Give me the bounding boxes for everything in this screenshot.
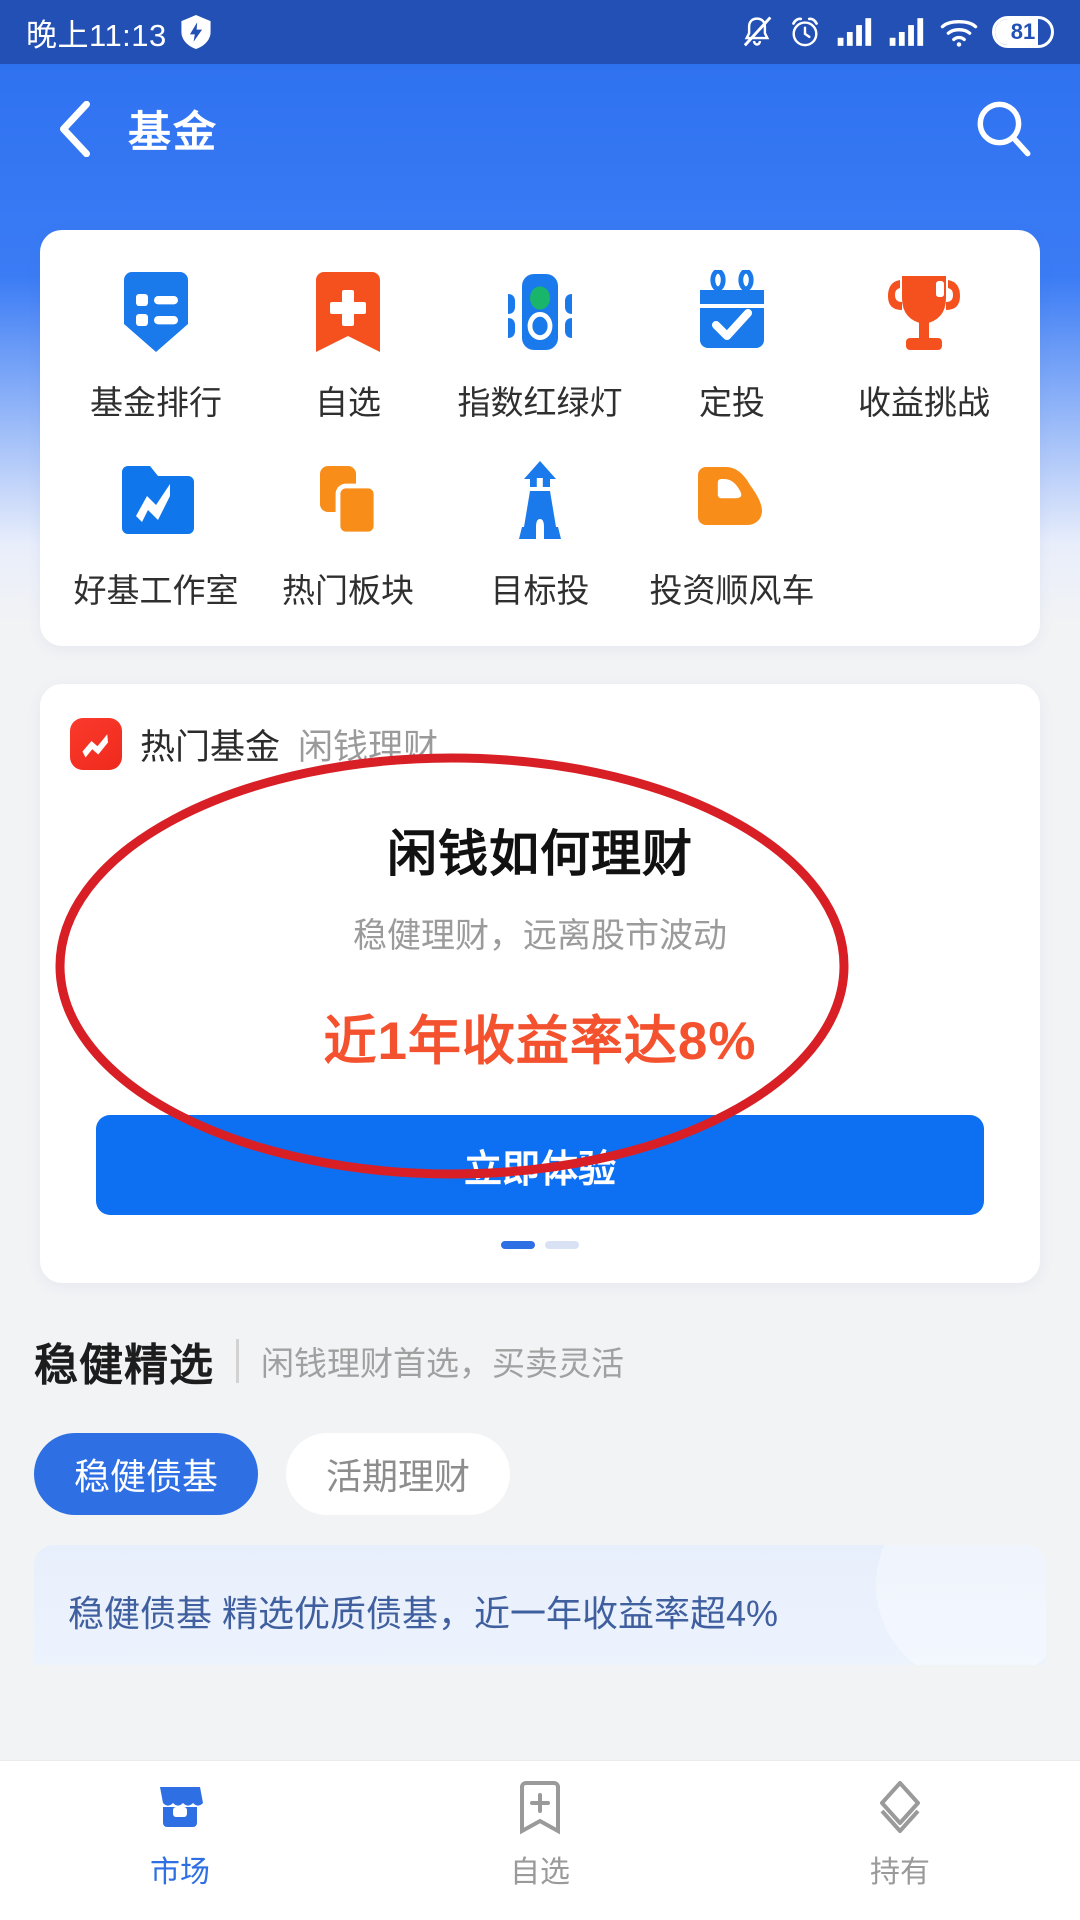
section-filter-pills: 稳健债基 活期理财 bbox=[34, 1433, 1080, 1515]
shortcut-hot-sectors[interactable]: 热门板块 bbox=[252, 458, 444, 612]
shortcut-goal-investment[interactable]: 目标投 bbox=[444, 458, 636, 612]
alarm-clock-icon bbox=[788, 15, 822, 49]
promo-card: 热门基金 闲钱理财 闲钱如何理财 稳健理财，远离股市波动 近1年收益率达8% 立… bbox=[40, 684, 1040, 1283]
shortcut-label: 投资顺风车 bbox=[649, 572, 815, 609]
status-bar-left: 晚上11:13 bbox=[26, 10, 211, 55]
back-button[interactable] bbox=[40, 94, 110, 164]
shortcuts-card: 基金排行 自选 指数红绿灯 定投 收益挑战 好基工作室 热门板块 目标投 投资顺… bbox=[40, 230, 1040, 646]
shortcut-label: 好基工作室 bbox=[73, 572, 239, 609]
promo-subtitle: 稳健理财，远离股市波动 bbox=[353, 917, 727, 955]
tab-market[interactable]: 市场 bbox=[0, 1779, 360, 1891]
signal-bars-icon bbox=[836, 17, 874, 47]
try-now-button[interactable]: 立即体验 bbox=[96, 1115, 984, 1215]
shortcut-watchlist[interactable]: 自选 bbox=[252, 270, 444, 424]
shortcuts-row-2: 好基工作室 热门板块 目标投 投资顺风车 bbox=[60, 458, 1020, 612]
shortcut-label: 指数红绿灯 bbox=[457, 384, 623, 421]
app-root: 晚上11:13 81 基金 基金排行 自选 指数红绿灯 定投 收益挑战 好基工作… bbox=[0, 0, 1080, 1920]
trophy-icon bbox=[882, 270, 966, 354]
tab-label: 持有 bbox=[870, 1856, 930, 1889]
status-time: 晚上11:13 bbox=[26, 17, 167, 53]
shortcut-label: 目标投 bbox=[490, 572, 590, 609]
bell-muted-icon bbox=[740, 15, 774, 49]
plus-bookmark-icon bbox=[306, 270, 390, 354]
shortcut-fund-ranking[interactable]: 基金排行 bbox=[60, 270, 252, 424]
shortcut-investment-ride[interactable]: 投资顺风车 bbox=[636, 458, 828, 612]
promo-tab-idle-money[interactable]: 闲钱理财 bbox=[298, 719, 438, 770]
traffic-light-icon bbox=[498, 270, 582, 354]
page-title: 基金 bbox=[128, 109, 218, 157]
pill-stable-bond-fund[interactable]: 稳健债基 bbox=[34, 1433, 259, 1515]
lighthouse-icon bbox=[498, 458, 582, 542]
nav-bar: 基金 bbox=[0, 64, 1080, 194]
status-bar-right: 81 bbox=[740, 15, 1054, 49]
back-chevron-icon bbox=[58, 101, 92, 157]
section-header: 稳健精选 闲钱理财首选，买卖灵活 bbox=[34, 1329, 1080, 1393]
stacked-squares-icon bbox=[306, 458, 390, 542]
promo-rate-text: 近1年收益率达8% bbox=[323, 1012, 757, 1071]
shortcut-profit-challenge[interactable]: 收益挑战 bbox=[828, 270, 1020, 424]
pill-current-wealth[interactable]: 活期理财 bbox=[286, 1433, 511, 1515]
shortcut-label: 收益挑战 bbox=[858, 384, 990, 421]
trend-up-logo-icon bbox=[70, 718, 122, 770]
layers-diamond-icon bbox=[872, 1779, 928, 1835]
shortcut-label: 基金排行 bbox=[90, 384, 222, 421]
tab-holdings[interactable]: 持有 bbox=[720, 1779, 1080, 1891]
shortcut-regular-investment[interactable]: 定投 bbox=[636, 270, 828, 424]
battery-indicator: 81 bbox=[992, 16, 1054, 48]
calendar-check-icon bbox=[690, 270, 774, 354]
shortcuts-row-1: 基金排行 自选 指数红绿灯 定投 收益挑战 bbox=[60, 270, 1020, 424]
section-title: 稳健精选 bbox=[34, 1341, 214, 1390]
tab-watchlist[interactable]: 自选 bbox=[360, 1779, 720, 1891]
signal-bars-icon bbox=[888, 17, 926, 47]
section-subtitle: 闲钱理财首选，买卖灵活 bbox=[261, 1345, 624, 1382]
shortcut-studio[interactable]: 好基工作室 bbox=[60, 458, 252, 612]
fund-highlight-card[interactable]: 稳健债基 精选优质债基，近一年收益率超4% bbox=[34, 1545, 1046, 1665]
shortcut-index-traffic-light[interactable]: 指数红绿灯 bbox=[444, 270, 636, 424]
promo-tab-hot-funds[interactable]: 热门基金 bbox=[140, 719, 280, 770]
car-icon bbox=[690, 458, 774, 542]
tab-label: 市场 bbox=[150, 1856, 210, 1889]
list-bookmark-icon bbox=[114, 270, 198, 354]
battery-level-text: 81 bbox=[1010, 19, 1036, 44]
search-icon bbox=[973, 98, 1035, 160]
tab-label: 自选 bbox=[510, 1856, 570, 1889]
shortcut-label: 定投 bbox=[699, 384, 765, 421]
search-button[interactable] bbox=[968, 93, 1040, 165]
fund-highlight-text: 稳健债基 精选优质债基，近一年收益率超4% bbox=[68, 1593, 779, 1634]
status-bar: 晚上11:13 81 bbox=[0, 0, 1080, 64]
carousel-dot[interactable] bbox=[545, 1241, 579, 1249]
promo-carousel-dots[interactable] bbox=[70, 1241, 1010, 1249]
folder-chart-icon bbox=[114, 458, 198, 542]
shortcut-empty-slot bbox=[828, 458, 1020, 612]
shield-icon bbox=[181, 15, 211, 49]
promo-headline: 闲钱如何理财 bbox=[387, 826, 693, 882]
shortcut-label: 热门板块 bbox=[282, 572, 414, 609]
bookmark-plus-icon bbox=[514, 1779, 566, 1835]
shop-icon bbox=[152, 1779, 208, 1835]
carousel-dot-active[interactable] bbox=[501, 1241, 535, 1249]
promo-tab-bar: 热门基金 闲钱理财 bbox=[70, 718, 1010, 770]
shortcut-label: 自选 bbox=[315, 384, 381, 421]
section-divider bbox=[236, 1339, 239, 1383]
bottom-tab-bar: 市场 自选 持有 bbox=[0, 1760, 1080, 1920]
wifi-icon bbox=[940, 16, 978, 48]
